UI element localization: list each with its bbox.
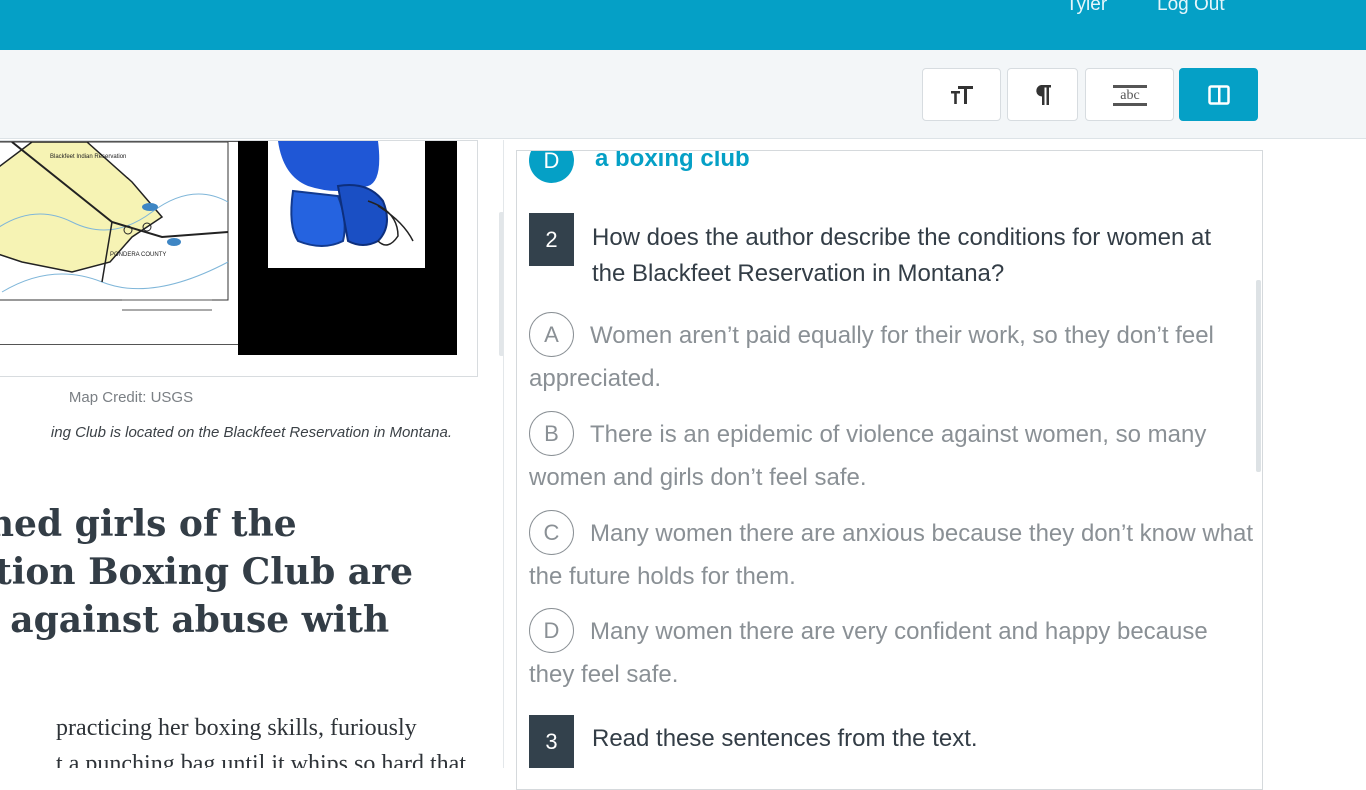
boxing-gloves-photo [238,141,457,355]
paragraph-button[interactable] [1007,68,1078,121]
split-view-icon [1207,84,1230,105]
option-text: Many women there are very confident and … [529,617,1208,688]
option-letter: A [529,312,574,357]
headline-line: ck against abuse with [0,599,390,641]
option-text: Many women there are anxious because the… [529,519,1254,590]
option-letter: B [529,411,574,456]
svg-text:abc: abc [1120,88,1139,103]
svg-text:PONDERA COUNTY: PONDERA COUNTY [110,252,166,258]
svg-text:Blackfeet Indian Reservation: Blackfeet Indian Reservation [50,154,126,160]
paragraph-icon [1034,84,1052,106]
article-panel[interactable]: Blackfeet Indian Reservation PONDERA COU… [0,140,504,768]
answer-option-a[interactable]: A Women aren’t paid equally for their wor… [529,312,1254,399]
headline-line: vation Boxing Club are [0,551,413,593]
questions-scrollbar[interactable] [1256,280,1261,472]
article-headline: ained girls of the vation Boxing Club ar… [0,500,415,644]
question-text: Read these sentences from the text. [592,725,978,752]
article-figure: Blackfeet Indian Reservation PONDERA COU… [0,140,478,377]
reservation-map: Blackfeet Indian Reservation PONDERA COU… [0,141,239,345]
reader-toolbar: abc [0,50,1366,139]
body-line: practicing her boxing skills, furiously [56,715,417,741]
question-number: 2 [529,213,574,266]
selected-option-text[interactable]: a boxing club [595,151,750,173]
answer-option-b[interactable]: B There is an epidemic of violence agains… [529,411,1254,498]
strikethrough-button[interactable]: abc [1085,68,1174,121]
headline-line: ained girls of the [0,503,297,545]
option-letter: C [529,510,574,555]
questions-panel[interactable]: D a boxing club 2 How does the author de… [516,150,1263,790]
body-line: t a punching bag until it whips so hard … [56,751,466,768]
figure-caption: ing Club is located on the Blackfeet Res… [50,424,452,441]
option-letter: D [529,608,574,653]
logout-link[interactable]: Log Out [1157,0,1225,16]
question-number: 3 [529,715,574,768]
top-bar: Tyler Log Out [0,0,1366,50]
option-text: Women aren’t paid equally for their work… [529,321,1214,392]
answer-option-d[interactable]: D Many women there are very confident and… [529,608,1254,695]
answer-option-c[interactable]: C Many women there are anxious because th… [529,510,1254,597]
strikethrough-abc-icon: abc [1112,84,1147,106]
split-view-button[interactable] [1179,68,1258,121]
article-body: practicing her boxing skills, furiously … [56,710,466,768]
user-name[interactable]: Tyler [1066,0,1107,16]
article-scrollbar[interactable] [499,212,503,356]
text-size-icon [950,85,974,105]
option-text: There is an epidemic of violence against… [529,420,1207,491]
question-text: How does the author describe the conditi… [592,224,1212,287]
map-credit: Map Credit: USGS [68,389,194,406]
text-size-button[interactable] [922,68,1001,121]
photo-frame [268,141,425,268]
selected-option-badge[interactable]: D [529,151,574,183]
